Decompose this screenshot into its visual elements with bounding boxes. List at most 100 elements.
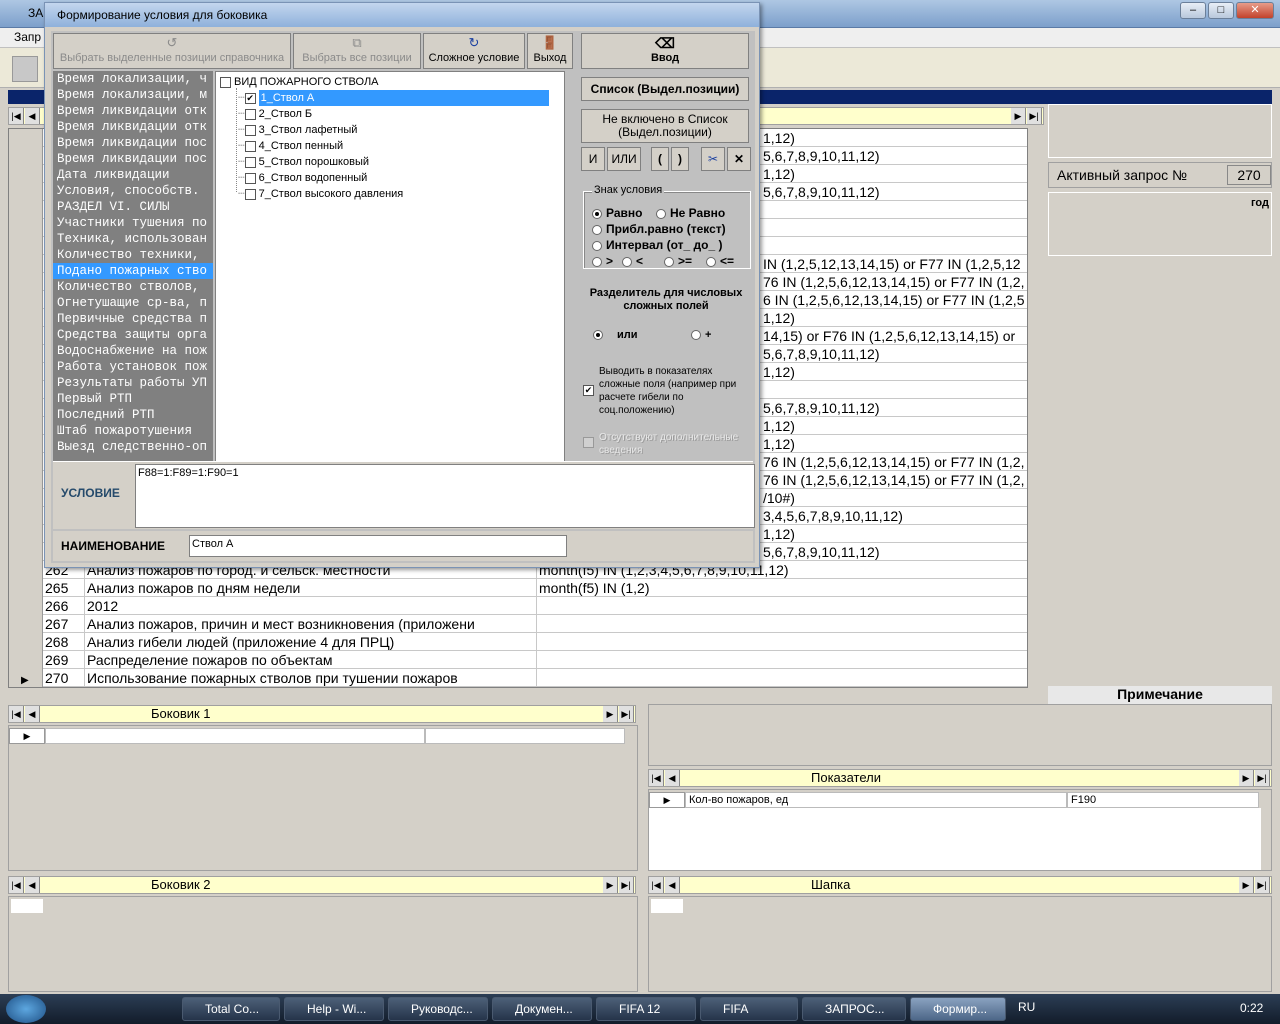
field-list-item[interactable]: Водоснабжение на пож: [53, 343, 213, 359]
first-record-icon[interactable]: |◀: [9, 706, 24, 722]
field-list-item[interactable]: Огнетушащие ср-ва, п: [53, 295, 213, 311]
checkbox-icon[interactable]: [244, 188, 256, 200]
taskbar-item[interactable]: FIFA 12: [596, 997, 696, 1021]
and-button[interactable]: И: [581, 147, 605, 171]
language-indicator[interactable]: RU: [1018, 1000, 1035, 1014]
checkbox-icon[interactable]: [244, 124, 256, 136]
tree-item[interactable]: ┄ 4_Ствол пенный: [238, 138, 343, 154]
field-list-item[interactable]: Средства защиты орга: [53, 327, 213, 343]
table-row[interactable]: 267 Анализ пожаров, причин и мест возникн…: [9, 615, 1027, 633]
list-selected-button[interactable]: Список (Выдел.позиции): [581, 77, 749, 101]
no-extra-checkbox[interactable]: Отсутствуют дополнительные сведения: [581, 431, 753, 459]
exit-button[interactable]: 🚪 Выход: [527, 33, 573, 69]
sep-or-radio[interactable]: или: [593, 329, 638, 341]
prev-record-icon[interactable]: ◀: [25, 706, 40, 722]
field-list-item[interactable]: Время ликвидации пос: [53, 135, 213, 151]
condition-textarea[interactable]: F88=1:F89=1:F90=1: [135, 464, 755, 528]
cut-icon[interactable]: ✂: [701, 147, 725, 171]
last-record-icon[interactable]: ▶|: [1027, 108, 1042, 124]
field-list-item[interactable]: Штаб пожаротушения: [53, 423, 213, 439]
last-record-icon[interactable]: ▶|: [1255, 770, 1270, 786]
tree-item[interactable]: ┄ 2_Ствол Б: [238, 106, 312, 122]
sign-le-radio[interactable]: <=: [706, 254, 734, 268]
next-record-icon[interactable]: ▶: [603, 706, 618, 722]
field-list-item[interactable]: Условия, способств.: [53, 183, 213, 199]
sign-lt-radio[interactable]: <: [622, 254, 643, 268]
field-list-item[interactable]: Первичные средства п: [53, 311, 213, 327]
table-row[interactable]: ▶ 270 Использование пожарных стволов при т…: [9, 669, 1027, 687]
sign-equal-radio[interactable]: Равно: [592, 206, 642, 220]
show-complex-checkbox[interactable]: ✔ Выводить в показателях сложные поля (н…: [581, 365, 753, 417]
name-input[interactable]: Ствол А: [189, 535, 567, 557]
taskbar-item[interactable]: Формир...: [910, 997, 1006, 1021]
first-record-icon[interactable]: |◀: [9, 877, 24, 893]
sign-not-equal-radio[interactable]: Не Равно: [656, 206, 725, 220]
sign-interval-radio[interactable]: Интервал (от_ до_ ): [592, 238, 722, 252]
field-list-item[interactable]: Участники тушения по: [53, 215, 213, 231]
field-list-item[interactable]: Количество стволов,: [53, 279, 213, 295]
checkbox-icon[interactable]: [244, 140, 256, 152]
taskbar-item[interactable]: Total Co...: [182, 997, 280, 1021]
taskbar-item[interactable]: Help - Wi...: [284, 997, 384, 1021]
pokazateli-grid[interactable]: ▶ Кол-во пожаров, ед F190: [648, 789, 1272, 871]
taskbar-item[interactable]: Докумен...: [492, 997, 592, 1021]
prev-record-icon[interactable]: ◀: [25, 108, 40, 124]
first-record-icon[interactable]: |◀: [649, 877, 664, 893]
first-record-icon[interactable]: |◀: [649, 770, 664, 786]
last-record-icon[interactable]: ▶|: [619, 706, 634, 722]
field-list-item[interactable]: Время локализации, ч: [53, 71, 213, 87]
sign-approx-radio[interactable]: Прибл.равно (текст): [592, 222, 726, 236]
taskbar-item[interactable]: FIFA: [700, 997, 798, 1021]
tree-item[interactable]: ┄ 3_Ствол лафетный: [238, 122, 357, 138]
next-record-icon[interactable]: ▶: [1239, 770, 1254, 786]
tree-root[interactable]: ВИД ПОЖАРНОГО СТВОЛА: [220, 74, 379, 90]
tree-item[interactable]: ┄ ✔ 1_Ствол А: [238, 90, 549, 106]
enter-button[interactable]: ⌫ Ввод: [581, 33, 749, 69]
next-record-icon[interactable]: ▶: [603, 877, 618, 893]
field-list-item[interactable]: Количество техники,: [53, 247, 213, 263]
last-record-icon[interactable]: ▶|: [619, 877, 634, 893]
taskbar-item[interactable]: ЗАПРОС...: [802, 997, 906, 1021]
checkbox-icon[interactable]: [244, 108, 256, 120]
field-list[interactable]: Время локализации, ч Время локализации, м…: [53, 71, 213, 486]
bokovik2-grid[interactable]: [8, 896, 638, 992]
checkbox-icon[interactable]: [244, 156, 256, 168]
checkbox-icon[interactable]: [244, 172, 256, 184]
close-button[interactable]: ✕: [1236, 2, 1274, 19]
field-list-item[interactable]: Результаты работы УП: [53, 375, 213, 391]
table-row[interactable]: 265 Анализ пожаров по дням недели month(f5…: [9, 579, 1027, 597]
minimize-button[interactable]: –: [1180, 2, 1206, 19]
or-button[interactable]: ИЛИ: [607, 147, 641, 171]
next-record-icon[interactable]: ▶: [1011, 108, 1026, 124]
field-list-item[interactable]: Последний РТП: [53, 407, 213, 423]
prev-record-icon[interactable]: ◀: [665, 770, 680, 786]
open-paren-button[interactable]: (: [651, 147, 669, 171]
next-record-icon[interactable]: ▶: [1239, 877, 1254, 893]
table-row[interactable]: 269 Распределение пожаров по объектам: [9, 651, 1027, 669]
tree-item[interactable]: ┄ 7_Ствол высокого давления: [238, 186, 403, 202]
field-list-item[interactable]: Дата ликвидации: [53, 167, 213, 183]
sign-gt-radio[interactable]: >: [592, 254, 613, 268]
bokovik1-grid[interactable]: ▶: [8, 725, 638, 871]
taskbar-item[interactable]: Руководс...: [388, 997, 488, 1021]
sep-plus-radio[interactable]: +: [691, 329, 711, 341]
menu-item-query[interactable]: Запр: [14, 30, 41, 44]
toolbar-button[interactable]: [12, 56, 38, 82]
select-all-button[interactable]: ⧉ Выбрать все позиции: [293, 33, 421, 69]
tree-item[interactable]: ┄ 6_Ствол водопенный: [238, 170, 367, 186]
prev-record-icon[interactable]: ◀: [665, 877, 680, 893]
select-selected-button[interactable]: ↺ Выбрать выделенные позиции справочника: [53, 33, 291, 69]
shapka-grid[interactable]: [648, 896, 1272, 992]
field-list-item[interactable]: Техника, использован: [53, 231, 213, 247]
field-list-item[interactable]: РАЗДЕЛ VI. СИЛЫ: [53, 199, 213, 215]
checkbox-checked-icon[interactable]: ✔: [244, 92, 256, 104]
table-row[interactable]: 266 2012: [9, 597, 1027, 615]
field-list-item[interactable]: Выезд следственно-оп: [53, 439, 213, 455]
field-list-item[interactable]: Время локализации, м: [53, 87, 213, 103]
not-in-list-button[interactable]: Не включено в Список (Выдел.позиции): [581, 109, 749, 143]
field-list-item[interactable]: Время ликвидации отк: [53, 119, 213, 135]
clear-icon[interactable]: ✕: [727, 147, 751, 171]
field-list-item[interactable]: Первый РТП: [53, 391, 213, 407]
table-row[interactable]: 268 Анализ гибели людей (приложение 4 для…: [9, 633, 1027, 651]
prev-record-icon[interactable]: ◀: [25, 877, 40, 893]
